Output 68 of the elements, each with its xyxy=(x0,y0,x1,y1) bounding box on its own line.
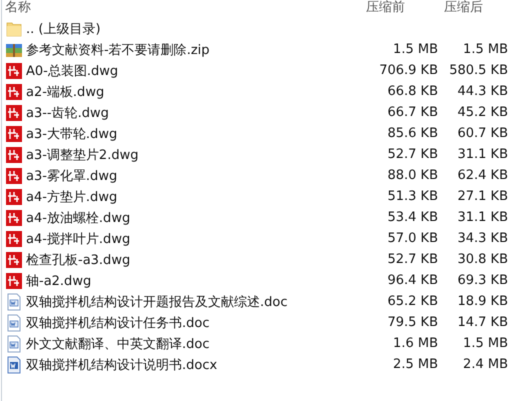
original-size: 706.9 KB xyxy=(378,63,438,78)
original-size: 1.6 MB xyxy=(392,336,438,351)
file-name[interactable]: 双轴搅拌机结构设计任务书.doc xyxy=(26,314,210,332)
column-header[interactable]: 压缩前 xyxy=(362,0,440,16)
file-name[interactable]: A0-总装图.dwg xyxy=(26,62,118,80)
original-size: 96.4 KB xyxy=(386,273,438,288)
original-size: 65.2 KB xyxy=(386,294,438,309)
compressed-size: 27.1 KB xyxy=(456,189,508,204)
drawing-file-icon xyxy=(5,82,23,100)
compressed-size: 14.7 KB xyxy=(456,315,508,330)
file-name[interactable]: a3-大带轮.dwg xyxy=(26,124,118,142)
file-name[interactable]: 检查孔板-a3.dwg xyxy=(26,250,130,268)
compressed-size: 60.7 KB xyxy=(456,126,508,141)
file-name[interactable]: .. (上级目录) xyxy=(26,20,101,38)
original-size: 88.0 KB xyxy=(386,168,438,183)
column-header[interactable]: 压缩后 xyxy=(440,0,512,16)
compressed-size: 1.5 MB xyxy=(462,336,508,351)
original-size: 52.7 KB xyxy=(386,252,438,267)
compressed-size: 69.3 KB xyxy=(456,273,508,288)
file-name[interactable]: a4-搅拌叶片.dwg xyxy=(26,230,130,248)
original-size: 85.6 KB xyxy=(386,126,438,141)
original-size: 57.0 KB xyxy=(386,231,438,246)
drawing-file-icon xyxy=(5,208,23,226)
drawing-file-icon xyxy=(5,166,23,184)
file-name[interactable]: a2-端板.dwg xyxy=(26,82,104,100)
drawing-file-icon xyxy=(5,104,23,122)
original-size: 1.5 MB xyxy=(392,42,438,57)
drawing-file-icon xyxy=(5,62,23,80)
original-size: 2.5 MB xyxy=(392,357,438,372)
original-size: 52.7 KB xyxy=(386,147,438,162)
file-name[interactable]: a4-放油螺栓.dwg xyxy=(26,208,130,226)
column-header[interactable]: 名称 xyxy=(2,0,362,16)
original-size: 53.4 KB xyxy=(386,210,438,225)
drawing-file-icon xyxy=(5,124,23,142)
file-name[interactable]: a3-雾化罩.dwg xyxy=(26,166,118,184)
compressed-size: 30.8 KB xyxy=(456,252,508,267)
file-name[interactable]: a3--齿轮.dwg xyxy=(26,104,109,122)
document-icon xyxy=(5,334,23,352)
compressed-size: 62.4 KB xyxy=(456,168,508,183)
document-icon xyxy=(5,292,23,310)
compressed-size: 580.5 KB xyxy=(448,63,508,78)
compressed-size: 44.3 KB xyxy=(456,84,508,99)
drawing-file-icon xyxy=(5,188,23,206)
original-size: 66.7 KB xyxy=(386,105,438,120)
file-name[interactable]: 参考文献资料-若不要请删除.zip xyxy=(26,40,210,58)
compressed-size: 45.2 KB xyxy=(456,105,508,120)
folder-icon xyxy=(5,20,23,38)
file-name[interactable]: 外文文献翻译、中英文翻译.doc xyxy=(26,334,210,352)
original-size: 79.5 KB xyxy=(386,315,438,330)
file-name[interactable]: a3-调整垫片2.dwg xyxy=(26,146,138,164)
file-name[interactable]: a4-方垫片.dwg xyxy=(26,188,118,206)
compressed-size: 1.5 MB xyxy=(462,42,508,57)
file-name[interactable]: 双轴搅拌机结构设计开题报告及文献综述.doc xyxy=(26,292,288,310)
document-icon xyxy=(5,314,23,332)
original-size: 66.8 KB xyxy=(386,84,438,99)
original-size: 51.3 KB xyxy=(386,189,438,204)
drawing-file-icon xyxy=(5,230,23,248)
drawing-file-icon xyxy=(5,250,23,268)
compressed-size: 31.1 KB xyxy=(456,210,508,225)
file-name[interactable]: 轴-a2.dwg xyxy=(26,272,92,290)
compressed-size: 34.3 KB xyxy=(456,231,508,246)
drawing-file-icon xyxy=(5,146,23,164)
file-name[interactable]: 双轴搅拌机结构设计说明书.docx xyxy=(26,356,218,374)
compressed-size: 31.1 KB xyxy=(456,147,508,162)
document-icon xyxy=(5,356,23,374)
compressed-size: 18.9 KB xyxy=(456,294,508,309)
drawing-file-icon xyxy=(5,272,23,290)
compressed-size: 2.4 MB xyxy=(462,357,508,372)
